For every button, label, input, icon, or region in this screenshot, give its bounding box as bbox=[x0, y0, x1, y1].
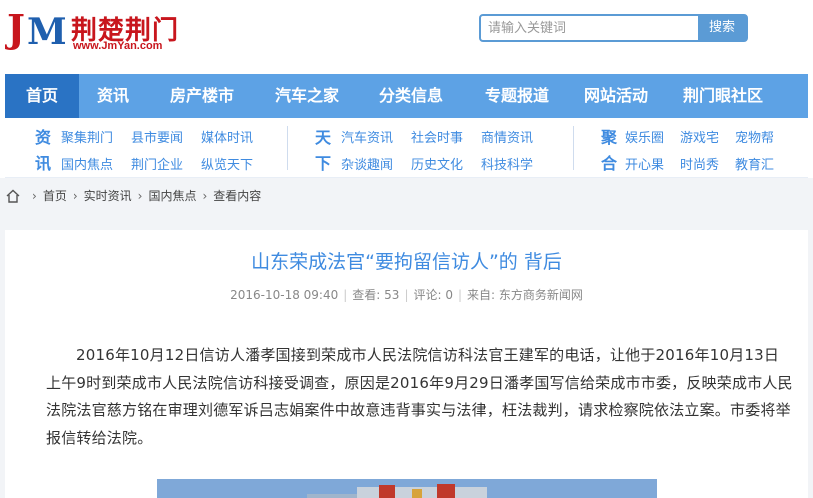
subnav-link[interactable]: 科技科学 bbox=[481, 154, 533, 173]
nav-item-community[interactable]: 荆门眼社区 bbox=[663, 74, 783, 118]
nav-item-news[interactable]: 资讯 bbox=[79, 74, 147, 118]
article-paragraph: 2016年10月12日信访人潘孝国接到荣成市人民法院信访科法官王建军的电话，让他… bbox=[46, 346, 793, 447]
subnav-link[interactable]: 国内焦点 bbox=[61, 154, 113, 173]
breadcrumb: › 首页 › 实时资讯 › 国内焦点 › 查看内容 bbox=[5, 187, 261, 204]
search-box: 搜索 bbox=[479, 14, 748, 42]
article-date: 2016-10-18 09:40 bbox=[230, 288, 339, 302]
article-comments[interactable]: 评论: 0 bbox=[413, 288, 453, 302]
nav-item-real-estate[interactable]: 房产楼市 bbox=[147, 74, 257, 118]
subnav-group-title: 资 讯 bbox=[35, 125, 51, 177]
meta-separator: | bbox=[457, 288, 463, 302]
logo-url-text: www.JmYan.com bbox=[73, 40, 163, 52]
article-title: 山东荣成法官“要拘留信访人”的 背后 bbox=[251, 251, 562, 273]
chevron-right-icon: › bbox=[32, 188, 37, 203]
nav-item-activities[interactable]: 网站活动 bbox=[569, 74, 663, 118]
subnav-title-char: 天 bbox=[315, 128, 332, 147]
home-icon[interactable] bbox=[5, 188, 21, 204]
breadcrumb-home[interactable]: 首页 bbox=[43, 187, 67, 204]
sub-nav: 资 讯 聚集荆门 县市要闻 媒体时讯 国内焦点 荆门企业 纵览天下 天 下 汽车资讯 社会… bbox=[5, 118, 808, 178]
breadcrumb-domestic-focus[interactable]: 国内焦点 bbox=[148, 187, 196, 204]
article: 山东荣成法官“要拘留信访人”的 背后 2016-10-18 09:40 | 查看: … bbox=[5, 230, 808, 498]
search-button[interactable]: 搜索 bbox=[698, 16, 746, 40]
article-views: 查看: 53 bbox=[352, 288, 400, 302]
subnav-title-char: 聚 bbox=[601, 128, 618, 147]
subnav-link[interactable]: 宠物帮 bbox=[735, 127, 774, 146]
subnav-links: 娱乐圈 游戏宅 宠物帮 开心果 时尚秀 教育汇 bbox=[625, 127, 774, 181]
subnav-link[interactable]: 商情资讯 bbox=[481, 127, 533, 146]
meta-separator: | bbox=[343, 288, 348, 302]
subnav-link[interactable]: 教育汇 bbox=[735, 154, 774, 173]
nav-item-home[interactable]: 首页 bbox=[5, 74, 79, 118]
subnav-links: 聚集荆门 县市要闻 媒体时讯 国内焦点 荆门企业 纵览天下 bbox=[61, 127, 271, 181]
breadcrumb-realtime-news[interactable]: 实时资讯 bbox=[84, 187, 132, 204]
article-photo-image bbox=[157, 479, 657, 498]
article-meta: 2016-10-18 09:40 | 查看: 53 | 评论: 0 | 来自: 东方商务新闻… bbox=[5, 286, 808, 303]
subnav-link[interactable]: 纵览天下 bbox=[201, 154, 253, 173]
chevron-right-icon: › bbox=[137, 188, 143, 203]
breadcrumb-current: 查看内容 bbox=[213, 189, 262, 203]
nav-item-special-reports[interactable]: 专题报道 bbox=[465, 74, 569, 118]
subnav-link[interactable]: 杂谈趣闻 bbox=[341, 154, 393, 173]
subnav-title-char: 资 bbox=[35, 128, 52, 147]
article-source: 来自: 东方商务新闻网 bbox=[467, 288, 583, 302]
subnav-links: 汽车资讯 社会时事 商情资讯 杂谈趣闻 历史文化 科技科学 bbox=[341, 127, 551, 181]
meta-separator: | bbox=[404, 288, 409, 302]
subnav-title-char: 下 bbox=[315, 154, 332, 173]
svg-text:M: M bbox=[27, 11, 65, 50]
subnav-title-char: 合 bbox=[601, 154, 618, 173]
article-body: 2016年10月12日信访人潘孝国接到荣成市人民法院信访科法官王建军的电话，让他… bbox=[46, 342, 793, 452]
subnav-divider bbox=[573, 126, 574, 170]
subnav-group-title: 天 下 bbox=[315, 125, 331, 177]
site-header: J M 荆楚荆门 www.JmYan.com 搜索 bbox=[0, 0, 813, 72]
subnav-link[interactable]: 媒体时讯 bbox=[201, 127, 253, 146]
chevron-right-icon: › bbox=[72, 188, 78, 203]
subnav-group-title: 聚 合 bbox=[601, 125, 617, 177]
subnav-link[interactable]: 历史文化 bbox=[411, 154, 463, 173]
subnav-link[interactable]: 荆门企业 bbox=[131, 154, 183, 173]
site-logo[interactable]: J M 荆楚荆门 www.JmYan.com bbox=[5, 4, 185, 54]
chevron-right-icon: › bbox=[202, 188, 208, 203]
subnav-link[interactable]: 开心果 bbox=[625, 154, 664, 173]
breadcrumb-bar: › 首页 › 实时资讯 › 国内焦点 › 查看内容 bbox=[0, 178, 813, 214]
jm-logo-mark: J M bbox=[5, 6, 65, 50]
subnav-divider bbox=[287, 126, 288, 170]
subnav-link[interactable]: 汽车资讯 bbox=[341, 127, 393, 146]
subnav-link[interactable]: 聚集荆门 bbox=[61, 127, 113, 146]
svg-text:J: J bbox=[5, 6, 25, 50]
subnav-link[interactable]: 县市要闻 bbox=[131, 127, 183, 146]
nav-item-auto[interactable]: 汽车之家 bbox=[257, 74, 357, 118]
main-nav: 首页 资讯 房产楼市 汽车之家 分类信息 专题报道 网站活动 荆门眼社区 bbox=[5, 74, 808, 118]
subnav-link[interactable]: 娱乐圈 bbox=[625, 127, 664, 146]
nav-item-classifieds[interactable]: 分类信息 bbox=[357, 74, 465, 118]
search-input[interactable] bbox=[481, 16, 698, 40]
subnav-link[interactable]: 游戏宅 bbox=[680, 127, 719, 146]
subnav-link[interactable]: 社会时事 bbox=[411, 127, 463, 146]
subnav-link[interactable]: 时尚秀 bbox=[680, 154, 719, 173]
article-photo bbox=[157, 479, 657, 498]
subnav-title-char: 讯 bbox=[35, 154, 52, 173]
